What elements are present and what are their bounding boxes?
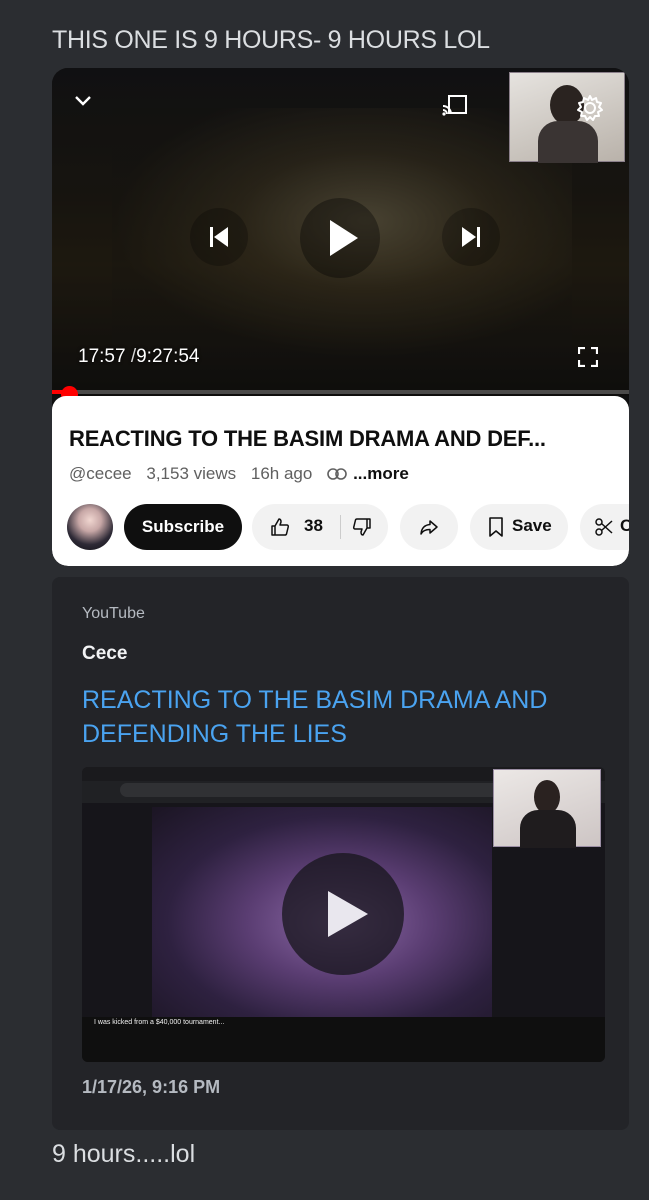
fullscreen-icon[interactable] — [578, 347, 598, 367]
message-text: THIS ONE IS 9 HOURS- 9 HOURS LOL — [52, 26, 490, 54]
webcam-overlay — [509, 72, 625, 163]
embed-play-button[interactable] — [282, 853, 404, 975]
divider — [340, 515, 341, 539]
thumbs-down-icon[interactable] — [352, 517, 372, 537]
channel-avatar[interactable] — [67, 504, 113, 550]
embed-video-thumbnail[interactable]: I was kicked from a $40,000 tournament..… — [82, 767, 605, 1062]
view-count: 3,153 views — [146, 464, 237, 483]
thumbnail-caption: I was kicked from a $40,000 tournament..… — [94, 1019, 225, 1026]
thumbs-up-icon[interactable] — [270, 517, 290, 537]
embed-title-link[interactable]: REACTING TO THE BASIM DRAMA AND DEFENDIN… — [82, 683, 602, 751]
embed-timestamp: 1/17/26, 9:16 PM — [82, 1077, 221, 1097]
time-current: 17:57 — [78, 346, 126, 367]
bookmark-icon — [489, 517, 503, 537]
play-icon — [328, 891, 368, 937]
play-button[interactable] — [300, 198, 380, 278]
next-icon — [462, 227, 480, 247]
embed-provider[interactable]: YouTube — [82, 605, 145, 623]
clip-label: C — [620, 516, 629, 535]
message-text: 9 hours.....lol — [52, 1140, 196, 1168]
video-info-panel: REACTING TO THE BASIM DRAMA AND DEF... @… — [52, 396, 629, 566]
save-button[interactable]: Save — [470, 504, 568, 550]
video-meta: @cecee 3,153 views 16h ago ...more — [69, 464, 419, 484]
channel-handle[interactable]: @cecee — [69, 464, 132, 483]
clip-button[interactable]: C — [580, 504, 629, 550]
play-icon — [330, 220, 358, 256]
cast-icon[interactable] — [442, 94, 468, 116]
like-dislike-group: 38 — [252, 504, 388, 550]
video-time: 17:57 /9:27:54 — [78, 346, 200, 368]
chevron-down-icon[interactable] — [74, 92, 92, 110]
thumbnail-webcam — [493, 769, 601, 848]
youtube-screenshot-image[interactable]: 17:57 /9:27:54 REACTING TO THE BASIM DRA… — [52, 68, 629, 566]
next-button[interactable] — [442, 208, 500, 266]
progress-bar[interactable] — [52, 390, 629, 394]
share-button[interactable] — [400, 504, 458, 550]
more-link[interactable]: ...more — [353, 464, 409, 483]
gear-icon[interactable] — [576, 94, 604, 122]
video-player[interactable]: 17:57 /9:27:54 — [52, 68, 629, 396]
video-title[interactable]: REACTING TO THE BASIM DRAMA AND DEF... — [69, 426, 546, 452]
link-icon — [327, 468, 347, 480]
action-row: Subscribe 38 Save C — [66, 504, 629, 550]
save-label: Save — [512, 516, 552, 535]
subscribe-button[interactable]: Subscribe — [124, 504, 242, 550]
scissors-icon — [595, 518, 613, 536]
previous-button[interactable] — [190, 208, 248, 266]
time-total: 9:27:54 — [136, 346, 200, 367]
upload-age: 16h ago — [250, 464, 313, 483]
previous-icon — [210, 227, 228, 247]
share-icon — [420, 520, 438, 535]
embed-author[interactable]: Cece — [82, 643, 127, 665]
like-count: 38 — [304, 516, 323, 535]
link-embed-card: YouTube Cece REACTING TO THE BASIM DRAMA… — [52, 577, 629, 1130]
